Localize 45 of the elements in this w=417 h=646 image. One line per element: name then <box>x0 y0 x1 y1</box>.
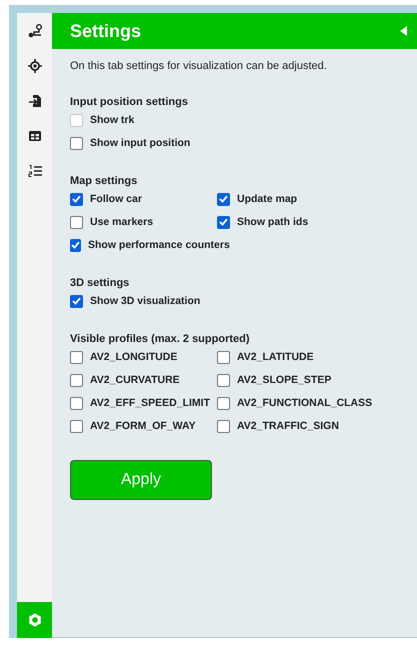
file-import-icon <box>28 94 42 108</box>
checkbox-label: AV2_TRAFFIC_SIGN <box>237 420 339 432</box>
numbered-list-icon <box>28 164 42 178</box>
crosshair-icon <box>28 58 42 72</box>
checkbox[interactable] <box>70 374 83 386</box>
checkbox[interactable] <box>217 192 230 206</box>
table-icon <box>28 128 42 142</box>
checkbox-label: AV2_LATITUDE <box>237 351 314 363</box>
checkbox-label: AV2_FORM_OF_WAY <box>90 420 196 432</box>
checkbox-label: Show 3D visualization <box>90 295 200 307</box>
panel-title: Settings <box>70 20 142 42</box>
checkbox-label: AV2_FUNCTIONAL_CLASS <box>237 397 372 409</box>
checkbox-label: Use markers <box>90 216 154 228</box>
checkbox[interactable] <box>217 420 230 432</box>
checkbox-label: Show path ids <box>237 216 308 228</box>
checkbox[interactable] <box>70 238 81 252</box>
checkbox[interactable] <box>217 396 230 410</box>
section-heading: Input position settings <box>70 96 189 108</box>
section-heading: 3D settings <box>70 277 130 289</box>
checkbox-label: Follow car <box>90 193 142 205</box>
checkbox-label: Show performance counters <box>88 239 230 251</box>
description-text: On this tab settings for visualization can be adjusted. <box>70 60 328 72</box>
checkbox[interactable] <box>70 216 83 228</box>
section-heading: Map settings <box>70 175 138 187</box>
checkbox[interactable] <box>70 192 83 206</box>
checkbox-label: Show trk <box>90 114 134 126</box>
checkbox[interactable] <box>70 350 83 364</box>
route-icon <box>28 24 42 38</box>
checkbox[interactable] <box>70 420 83 432</box>
checkbox[interactable] <box>217 374 230 386</box>
checkbox-label: Show input position <box>90 137 190 149</box>
collapse-icon[interactable] <box>400 26 407 36</box>
checkbox-label: AV2_LONGITUDE <box>90 351 178 363</box>
checkbox-label: AV2_EFF_SPEED_LIMIT <box>90 397 210 409</box>
checkbox[interactable] <box>217 350 230 364</box>
checkbox[interactable] <box>70 294 83 308</box>
checkbox-label: AV2_CURVATURE <box>90 374 180 386</box>
checkbox[interactable] <box>217 216 230 228</box>
section-heading: Visible profiles (max. 2 supported) <box>70 333 251 345</box>
checkbox[interactable] <box>70 136 83 150</box>
settings-icon <box>28 613 42 627</box>
apply-button[interactable]: Apply <box>70 460 212 500</box>
checkbox-label: Update map <box>237 193 298 205</box>
checkbox[interactable] <box>70 396 83 410</box>
checkbox-label: AV2_SLOPE_STEP <box>237 374 332 386</box>
